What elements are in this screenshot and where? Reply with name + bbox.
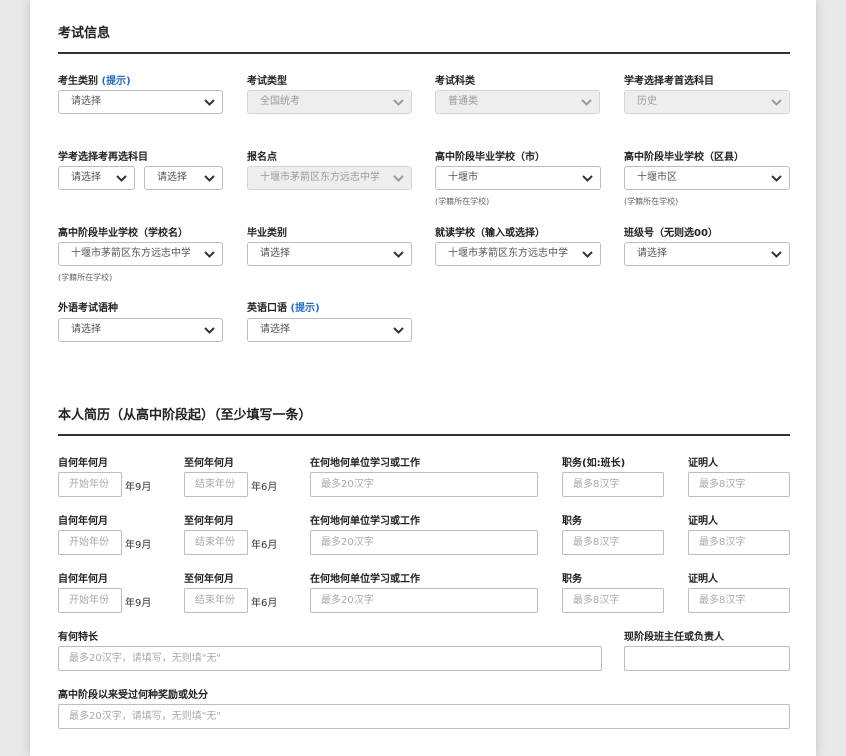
to-year-input[interactable]: 结束年份 [184, 472, 248, 497]
witness-input[interactable]: 最多8汉字 [688, 588, 790, 613]
post-label: 职务(如:班长) [562, 458, 626, 469]
exam-subject-select[interactable]: 普通类 [435, 90, 600, 114]
english-oral-select[interactable]: 请选择 [247, 318, 412, 342]
witness-label: 证明人 [688, 574, 718, 585]
chevron-down-icon [393, 327, 404, 334]
hs-school-label: 高中阶段毕业学校（学校名） [58, 228, 188, 239]
exam-info-title: 考试信息 [58, 26, 111, 41]
from-year-input[interactable]: 开始年份 [58, 472, 122, 497]
to-suffix: 年6月 [251, 540, 278, 551]
attend-school-select[interactable]: 十堰市茅箭区东方远志中学 [435, 242, 601, 266]
where-label: 在何地何单位学习或工作 [310, 458, 420, 469]
chevron-down-icon [204, 327, 215, 334]
student-category-select[interactable]: 请选择 [58, 90, 223, 114]
chevron-down-icon [581, 99, 592, 106]
to-suffix: 年6月 [251, 598, 278, 609]
grad-category-select[interactable]: 请选择 [247, 242, 412, 266]
post-label: 职务 [562, 516, 582, 527]
second-choice-select-2[interactable]: 请选择 [144, 166, 223, 190]
chevron-down-icon [204, 175, 215, 182]
registration-site-select[interactable]: 十堰市茅箭区东方远志中学 [247, 166, 412, 190]
class-no-select[interactable]: 请选择 [624, 242, 790, 266]
exam-subject-label: 考试科类 [435, 76, 475, 87]
exam-type-select[interactable]: 全国统考 [247, 90, 412, 114]
specialty-input[interactable]: 最多20汉字，请填写，无则填"无" [58, 646, 602, 671]
section-divider [58, 434, 790, 436]
hs-school-select[interactable]: 十堰市茅箭区东方远志中学 [58, 242, 223, 266]
form-card: 考试信息 考生类别 (提示) 考试类型 考试科类 学考选择考首选科目 请选择 全… [30, 0, 816, 756]
from-year-input[interactable]: 开始年份 [58, 530, 122, 555]
chevron-down-icon [582, 175, 593, 182]
specialty-label: 有何特长 [58, 632, 98, 643]
hs-county-select[interactable]: 十堰市区 [624, 166, 790, 190]
hs-city-hint: (学籍所在学校) [435, 197, 490, 206]
post-input[interactable]: 最多8汉字 [562, 588, 664, 613]
head-teacher-label: 现阶段班主任或负责人 [624, 632, 724, 643]
chevron-down-icon [393, 175, 404, 182]
class-no-label: 班级号（无则选00） [624, 228, 718, 239]
chevron-down-icon [771, 175, 782, 182]
second-choice-select-1[interactable]: 请选择 [58, 166, 135, 190]
exam-type-label: 考试类型 [247, 76, 287, 87]
from-year-input[interactable]: 开始年份 [58, 588, 122, 613]
to-label: 至何年何月 [184, 574, 234, 585]
hs-city-label: 高中阶段毕业学校（市） [435, 152, 545, 163]
to-label: 至何年何月 [184, 516, 234, 527]
chevron-down-icon [771, 99, 782, 106]
english-oral-label: 英语口语 (提示) [247, 303, 320, 314]
chevron-down-icon [393, 99, 404, 106]
from-suffix: 年9月 [125, 598, 152, 609]
witness-label: 证明人 [688, 516, 718, 527]
english-oral-hint-link[interactable]: 提示 [295, 303, 315, 314]
post-label: 职务 [562, 574, 582, 585]
resume-title: 本人简历（从高中阶段起）（至少填写一条） [58, 408, 312, 423]
student-category-hint-link[interactable]: 提示 [106, 76, 126, 87]
awards-label: 高中阶段以来受过何种奖励或处分 [58, 690, 208, 701]
chevron-down-icon [582, 251, 593, 258]
registration-site-label: 报名点 [247, 152, 277, 163]
post-input[interactable]: 最多8汉字 [562, 472, 664, 497]
where-input[interactable]: 最多20汉字 [310, 472, 538, 497]
chevron-down-icon [204, 99, 215, 106]
where-input[interactable]: 最多20汉字 [310, 530, 538, 555]
to-year-input[interactable]: 结束年份 [184, 530, 248, 555]
awards-input[interactable]: 最多20汉字，请填写，无则填"无" [58, 704, 790, 729]
witness-input[interactable]: 最多8汉字 [688, 472, 790, 497]
from-label: 自何年何月 [58, 574, 108, 585]
chevron-down-icon [116, 175, 127, 182]
head-teacher-input[interactable] [624, 646, 790, 671]
from-label: 自何年何月 [58, 516, 108, 527]
student-category-label: 考生类别 (提示) [58, 76, 131, 87]
from-label: 自何年何月 [58, 458, 108, 469]
from-suffix: 年9月 [125, 482, 152, 493]
chevron-down-icon [393, 251, 404, 258]
grad-category-label: 毕业类别 [247, 228, 287, 239]
witness-label: 证明人 [688, 458, 718, 469]
from-suffix: 年9月 [125, 540, 152, 551]
section-divider [58, 52, 790, 54]
where-input[interactable]: 最多20汉字 [310, 588, 538, 613]
hs-county-hint: (学籍所在学校) [624, 197, 679, 206]
where-label: 在何地何单位学习或工作 [310, 574, 420, 585]
attend-school-label: 就读学校（输入或选择） [435, 228, 545, 239]
foreign-lang-label: 外语考试语种 [58, 303, 118, 314]
hs-school-hint: (学籍所在学校) [58, 273, 113, 282]
where-label: 在何地何单位学习或工作 [310, 516, 420, 527]
to-year-input[interactable]: 结束年份 [184, 588, 248, 613]
to-suffix: 年6月 [251, 482, 278, 493]
chevron-down-icon [204, 251, 215, 258]
chevron-down-icon [771, 251, 782, 258]
foreign-lang-select[interactable]: 请选择 [58, 318, 223, 342]
witness-input[interactable]: 最多8汉字 [688, 530, 790, 555]
post-input[interactable]: 最多8汉字 [562, 530, 664, 555]
hs-county-label: 高中阶段毕业学校（区县） [624, 152, 744, 163]
hs-city-select[interactable]: 十堰市 [435, 166, 601, 190]
first-choice-select[interactable]: 历史 [624, 90, 790, 114]
to-label: 至何年何月 [184, 458, 234, 469]
second-choice-label: 学考选择考再选科目 [58, 152, 148, 163]
first-choice-label: 学考选择考首选科目 [624, 76, 714, 87]
